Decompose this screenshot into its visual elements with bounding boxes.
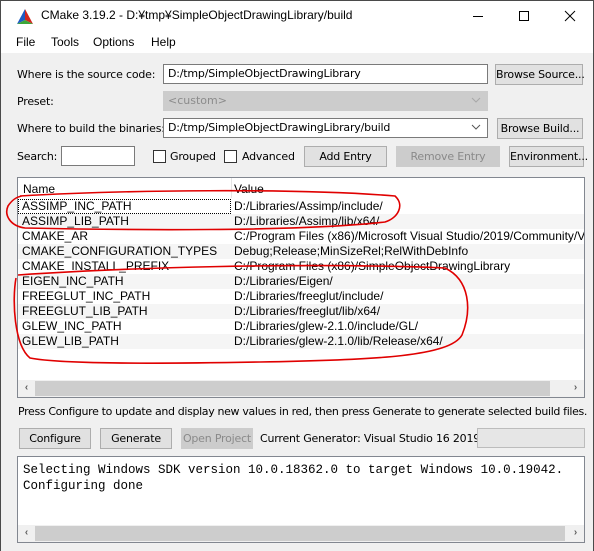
table-row[interactable]: FREEGLUT_INC_PATH D:/Libraries/freeglut/i… [18, 289, 584, 304]
cell-value[interactable]: C:/Program Files (x86)/Microsoft Visual … [234, 229, 584, 244]
menu-options[interactable]: Options [93, 35, 134, 49]
menu-bar: File Tools Options Help [1, 31, 593, 53]
current-generator-label: Current Generator: Visual Studio 16 2019 [260, 432, 481, 445]
cell-value[interactable]: Debug;Release;MinSizeRel;RelWithDebInfo [234, 244, 468, 259]
table-row[interactable]: CMAKE_INSTALL_PREFIX C:/Program Files (x8… [18, 259, 584, 274]
title-bar: CMake 3.19.2 - D:¥tmp¥SimpleObjectDrawin… [1, 1, 593, 31]
close-icon [564, 10, 576, 22]
source-path-input[interactable]: D:/tmp/SimpleObjectDrawingLibrary [163, 64, 488, 84]
table-row[interactable]: ASSIMP_INC_PATH D:/Libraries/Assimp/inclu… [18, 199, 584, 214]
advanced-label[interactable]: Advanced [242, 150, 295, 163]
scrollbar-thumb[interactable] [35, 526, 565, 541]
table-row[interactable]: ASSIMP_LIB_PATH D:/Libraries/Assimp/lib/x… [18, 214, 584, 229]
cell-name: ASSIMP_INC_PATH [22, 199, 132, 213]
preset-select: <custom> [163, 91, 488, 111]
build-path-combo[interactable]: D:/tmp/SimpleObjectDrawingLibrary/build [163, 118, 488, 138]
cell-name: CMAKE_CONFIGURATION_TYPES [22, 244, 218, 258]
configure-button[interactable]: Configure [19, 428, 91, 449]
source-label: Where is the source code: [17, 68, 156, 81]
cell-value[interactable]: D:/Libraries/Assimp/include/ [234, 199, 383, 214]
table-row[interactable]: GLEW_INC_PATH D:/Libraries/glew-2.1.0/inc… [18, 319, 584, 334]
cell-name: ASSIMP_LIB_PATH [22, 214, 129, 228]
grouped-label[interactable]: Grouped [170, 150, 216, 163]
search-label: Search: [17, 150, 58, 163]
scroll-left-icon[interactable]: ‹ [18, 382, 35, 393]
table-row[interactable]: CMAKE_AR C:/Program Files (x86)/Microsoft… [18, 229, 584, 244]
cell-name: CMAKE_INSTALL_PREFIX [22, 259, 170, 273]
grouped-checkbox[interactable] [153, 150, 166, 163]
table-row[interactable]: GLEW_LIB_PATH D:/Libraries/glew-2.1.0/lib… [18, 334, 584, 349]
cell-name: EIGEN_INC_PATH [22, 274, 124, 288]
table-row[interactable]: FREEGLUT_LIB_PATH D:/Libraries/freeglut/l… [18, 304, 584, 319]
column-header-value[interactable]: Value [234, 178, 264, 198]
scroll-left-icon[interactable]: ‹ [18, 527, 35, 538]
cell-name: GLEW_LIB_PATH [22, 334, 119, 348]
main-content: Where is the source code: D:/tmp/SimpleO… [1, 53, 593, 551]
column-header-name[interactable]: Name [23, 178, 55, 198]
cell-name: GLEW_INC_PATH [22, 319, 122, 333]
add-entry-button[interactable]: Add Entry [304, 146, 387, 167]
cell-value[interactable]: D:/Libraries/Assimp/lib/x64/ [234, 214, 379, 229]
cell-name: CMAKE_AR [22, 229, 89, 243]
advanced-checkbox[interactable] [224, 150, 237, 163]
scroll-right-icon[interactable]: › [567, 527, 584, 538]
progress-bar [477, 428, 585, 448]
cell-name: FREEGLUT_INC_PATH [22, 289, 151, 303]
preset-value: <custom> [168, 94, 227, 107]
table-horizontal-scrollbar[interactable]: ‹ › [18, 380, 584, 397]
minimize-button[interactable] [455, 1, 501, 31]
maximize-icon [519, 11, 529, 21]
chevron-down-icon[interactable] [471, 122, 481, 132]
cache-variables-table: Name Value ASSIMP_INC_PATH D:/Libraries/A… [17, 177, 585, 398]
cell-value[interactable]: D:/Libraries/glew-2.1.0/lib/Release/x64/ [234, 334, 443, 349]
cmake-window: CMake 3.19.2 - D:¥tmp¥SimpleObjectDrawin… [0, 0, 594, 551]
window-title: CMake 3.19.2 - D:¥tmp¥SimpleObjectDrawin… [41, 8, 353, 22]
browse-source-button[interactable]: Browse Source... [495, 64, 585, 85]
minimize-icon [473, 16, 483, 17]
log-line: Configuring done [23, 479, 144, 493]
cell-value[interactable]: D:/Libraries/freeglut/include/ [234, 289, 383, 304]
table-row[interactable]: EIGEN_INC_PATH D:/Libraries/Eigen/ [18, 274, 584, 289]
cell-name: FREEGLUT_LIB_PATH [22, 304, 148, 318]
search-input[interactable] [61, 146, 135, 166]
cell-value[interactable]: C:/Program Files (x86)/SimpleObjectDrawi… [234, 259, 510, 274]
maximize-button[interactable] [501, 1, 547, 31]
open-project-button: Open Project [181, 428, 253, 449]
cell-value[interactable]: D:/Libraries/freeglut/lib/x64/ [234, 304, 380, 319]
menu-help[interactable]: Help [151, 35, 176, 49]
log-line: Selecting Windows SDK version 10.0.18362… [23, 463, 564, 477]
scroll-right-icon[interactable]: › [567, 382, 584, 393]
menu-tools[interactable]: Tools [51, 35, 79, 49]
cmake-logo-icon [16, 9, 34, 25]
table-row[interactable]: CMAKE_CONFIGURATION_TYPES Debug;Release;M… [18, 244, 584, 259]
close-button[interactable] [547, 1, 593, 31]
chevron-down-icon [471, 95, 481, 105]
hint-text: Press Configure to update and display ne… [18, 405, 588, 418]
preset-label: Preset: [17, 95, 54, 108]
output-log[interactable]: Selecting Windows SDK version 10.0.18362… [17, 456, 585, 543]
remove-entry-button: Remove Entry [396, 146, 500, 167]
cell-value[interactable]: D:/Libraries/glew-2.1.0/include/GL/ [234, 319, 418, 334]
build-path-value: D:/tmp/SimpleObjectDrawingLibrary/build [168, 121, 391, 134]
cell-value[interactable]: D:/Libraries/Eigen/ [234, 274, 333, 289]
menu-file[interactable]: File [16, 35, 35, 49]
browse-build-button[interactable]: Browse Build... [497, 118, 583, 139]
generate-button[interactable]: Generate [100, 428, 172, 449]
log-horizontal-scrollbar[interactable]: ‹ › [18, 525, 584, 542]
scrollbar-thumb[interactable] [35, 381, 550, 396]
build-label: Where to build the binaries: [17, 122, 165, 135]
environment-button[interactable]: Environment... [509, 146, 588, 167]
column-separator[interactable] [231, 178, 232, 198]
